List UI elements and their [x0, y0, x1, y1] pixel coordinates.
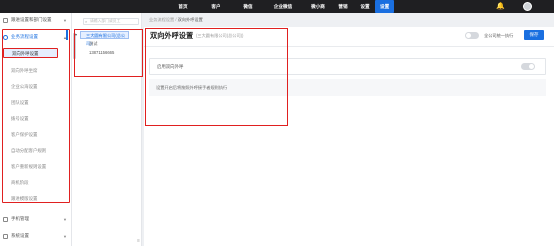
nav-item-wechat[interactable]: 微信: [236, 0, 260, 13]
company-wide-toggle[interactable]: [465, 32, 479, 39]
sidebar-group-system[interactable]: 系统设置 ▼: [3, 231, 69, 241]
nav-item-customer[interactable]: 客户: [204, 0, 228, 13]
chevron-down-icon: ▼: [63, 17, 67, 23]
sidebar-item-follow-up-template[interactable]: 跟进模版设置: [8, 194, 68, 204]
sidebar-item-dial[interactable]: 拨号设置: [8, 114, 68, 124]
sidebar-item-reassign[interactable]: 客户重新规则设置: [8, 162, 68, 172]
breadcrumb: 业务流程设置 / 双向外呼设置: [149, 17, 203, 22]
sidebar-group-phone[interactable]: 手机管理 ▼: [3, 214, 69, 224]
org-panel: ⌕ 请输入部门或员工 ▾ 三大圆有限公司(总公司) 测试 13871156665: [72, 13, 143, 246]
sidebar-item-dual-call-seats[interactable]: 双向外呼坐席: [8, 66, 68, 76]
search-icon: ⌕: [85, 19, 88, 24]
nav-item-home[interactable]: 首页: [170, 0, 196, 13]
sidebar-item-public-pool[interactable]: 企业公海设置: [8, 82, 68, 92]
sidebar-item-customer-protection[interactable]: 客户保护设置: [8, 130, 68, 140]
highlight-box-org: [74, 29, 143, 77]
highlight-box-main: [145, 28, 288, 126]
enable-dual-call-toggle[interactable]: [521, 63, 535, 70]
nav-item-mini-shop[interactable]: 微小商: [303, 0, 333, 13]
bell-icon[interactable]: 🔔: [496, 2, 505, 11]
save-button[interactable]: 保存: [524, 30, 544, 40]
nav-item-settings-active[interactable]: 设置: [375, 0, 395, 13]
chevron-down-icon: ▼: [63, 216, 67, 222]
nav-item-wecom[interactable]: 企业微信: [266, 0, 300, 13]
sidebar-item-dual-call-settings[interactable]: 双向外呼设置: [3, 48, 58, 58]
chevron-down-icon: ▼: [63, 233, 67, 239]
phone-icon: [3, 216, 8, 222]
nav-item-settings[interactable]: 设置: [353, 0, 377, 13]
avatar[interactable]: [523, 2, 532, 11]
sidebar-item-team[interactable]: 团队设置: [8, 98, 68, 108]
breadcrumb-current: 双向外呼设置: [177, 17, 203, 22]
flow-icon: [3, 34, 8, 40]
resize-handle-icon[interactable]: ≡: [137, 238, 140, 244]
grid-icon: [3, 17, 8, 23]
sidebar-group-business-process[interactable]: 业务流程设置 ▲: [3, 32, 69, 42]
gear-icon: [3, 233, 8, 239]
sidebar-item-auto-assign[interactable]: 自动分配客户规则: [8, 146, 68, 156]
org-search-input[interactable]: ⌕ 请输入部门或员工: [83, 18, 139, 25]
sidebar-active-indicator: [66, 30, 68, 40]
sidebar-item-opportunity-stage[interactable]: 商机阶段: [8, 178, 68, 188]
breadcrumb-parent[interactable]: 业务流程设置: [149, 17, 174, 22]
company-wide-label: 全公司统一执行: [484, 33, 514, 38]
sidebar-group-follow-up[interactable]: 跟进设置和部门设置 ▼: [3, 15, 69, 25]
